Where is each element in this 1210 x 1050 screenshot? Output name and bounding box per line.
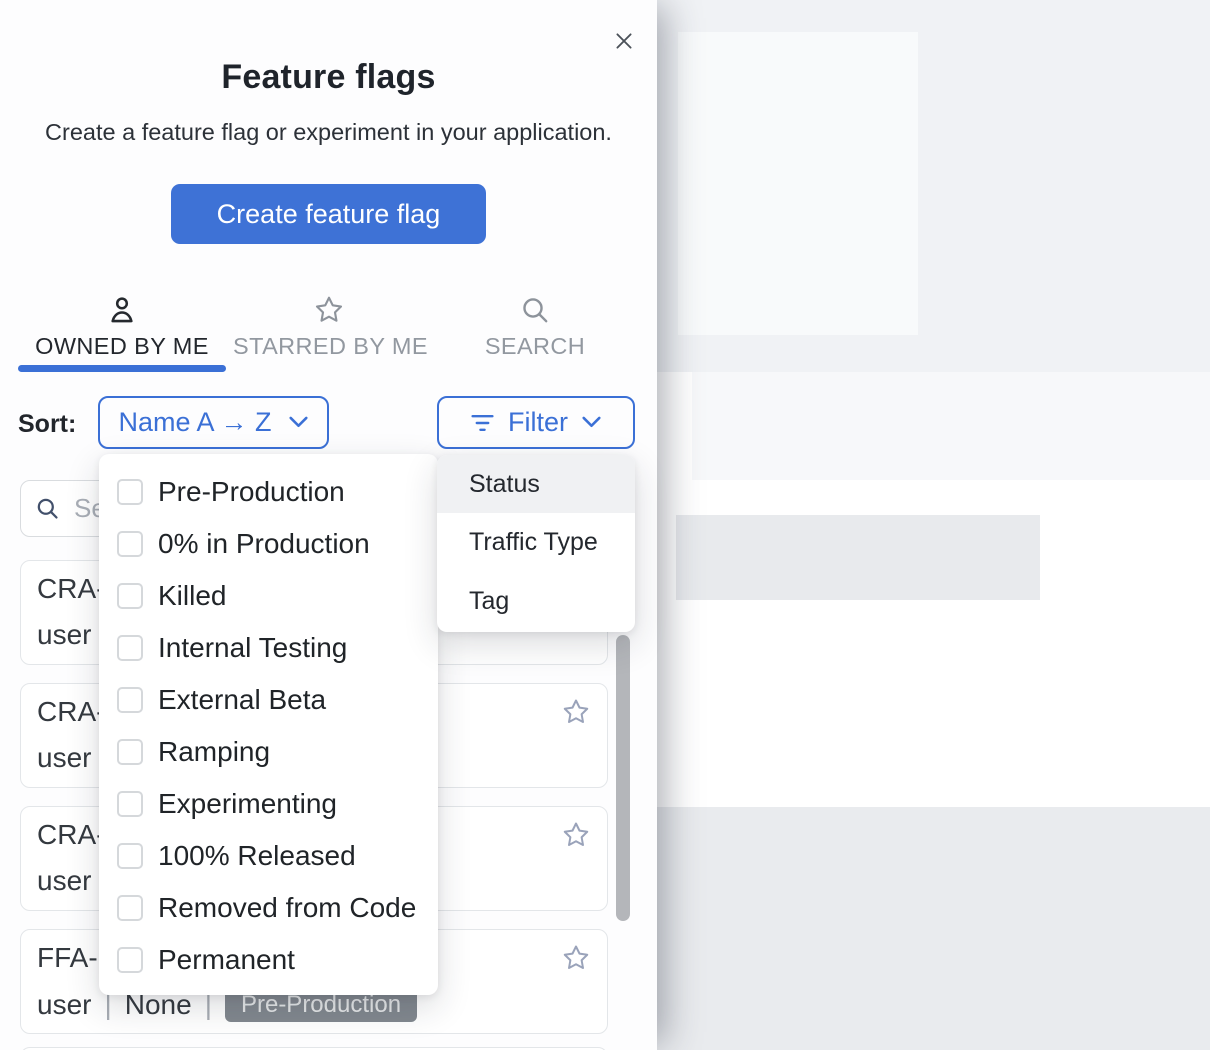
status-filter-option[interactable]: 100% Released (99, 830, 438, 882)
status-option-label: Killed (158, 580, 226, 612)
status-option-label: Internal Testing (158, 632, 347, 664)
tab-label: OWNED BY ME (18, 333, 226, 360)
status-filter-option[interactable]: Experimenting (99, 778, 438, 830)
flag-name: CRA- (37, 696, 105, 728)
traffic-type-text: user (37, 619, 91, 651)
status-option-label: 0% in Production (158, 528, 370, 560)
checkbox-unchecked[interactable] (117, 843, 143, 869)
checkbox-unchecked[interactable] (117, 895, 143, 921)
filter-menu-item[interactable]: Status (437, 455, 635, 513)
filter-icon (470, 412, 495, 434)
status-filter-option[interactable]: External Beta (99, 674, 438, 726)
status-filter-option[interactable]: 0% in Production (99, 518, 438, 570)
chevron-down-icon (288, 416, 309, 429)
background-band-block (692, 372, 1210, 480)
modal-subtitle: Create a feature flag or experiment in y… (0, 119, 657, 146)
status-filter-menu: Pre-Production 0% in Production Killed Inte… (99, 454, 438, 995)
flag-name: CRA- (37, 573, 105, 605)
filter-menu-item[interactable]: Tag (437, 572, 635, 631)
flag-meta: user (37, 742, 91, 774)
status-filter-option[interactable]: Internal Testing (99, 622, 438, 674)
traffic-type-text: user (37, 989, 91, 1021)
checkbox-unchecked[interactable] (117, 583, 143, 609)
tab-owned-by-me[interactable]: OWNED BY ME (18, 294, 226, 360)
status-option-label: Experimenting (158, 788, 337, 820)
scrollbar-thumb[interactable] (616, 635, 630, 921)
feature-flags-modal: Feature flags Create a feature flag or e… (0, 0, 657, 1050)
status-option-label: Removed from Code (158, 892, 416, 924)
checkbox-unchecked[interactable] (117, 947, 143, 973)
tab-label: SEARCH (462, 333, 608, 360)
create-feature-flag-button[interactable]: Create feature flag (171, 184, 486, 244)
status-filter-option[interactable]: Ramping (99, 726, 438, 778)
flag-meta: user (37, 619, 91, 651)
checkbox-unchecked[interactable] (117, 531, 143, 557)
screen: Feature flags Create a feature flag or e… (0, 0, 1210, 1050)
checkbox-unchecked[interactable] (117, 479, 143, 505)
flag-name: CRA- (37, 819, 105, 851)
status-option-label: Ramping (158, 736, 270, 768)
tab-search[interactable]: SEARCH (462, 294, 608, 360)
filter-menu-item[interactable]: Traffic Type (437, 513, 635, 572)
status-option-label: Permanent (158, 944, 295, 976)
status-filter-option[interactable]: Pre-Production (99, 466, 438, 518)
background-bottom-block (657, 807, 1210, 1050)
traffic-type-text: user (37, 865, 91, 897)
tab-starred-by-me[interactable]: STARRED BY ME (233, 294, 425, 360)
sort-value: Name A → Z (118, 407, 271, 438)
sort-dropdown[interactable]: Name A → Z (98, 396, 329, 449)
status-filter-option[interactable]: Permanent (99, 934, 438, 986)
background-mid-block (676, 515, 1040, 600)
traffic-type-text: user (37, 742, 91, 774)
filter-category-menu: StatusTraffic TypeTag (437, 455, 635, 632)
checkbox-unchecked[interactable] (117, 687, 143, 713)
flag-meta: user (37, 865, 91, 897)
person-icon (18, 294, 226, 328)
checkbox-unchecked[interactable] (117, 635, 143, 661)
chevron-down-icon (581, 416, 602, 429)
active-tab-underline (18, 365, 226, 372)
flag-name: FFA- (37, 942, 98, 974)
filter-dropdown[interactable]: Filter (437, 396, 635, 449)
checkbox-unchecked[interactable] (117, 739, 143, 765)
status-filter-option[interactable]: Killed (99, 570, 438, 622)
modal-title: Feature flags (0, 58, 657, 97)
search-icon (34, 495, 61, 522)
star-icon[interactable] (561, 697, 591, 727)
tab-label: STARRED BY ME (233, 333, 425, 360)
star-icon[interactable] (561, 820, 591, 850)
star-icon[interactable] (561, 943, 591, 973)
close-icon (613, 30, 635, 55)
star-icon (233, 294, 425, 328)
filter-value: Filter (508, 407, 568, 438)
search-icon (462, 294, 608, 328)
background-light-block (678, 32, 918, 335)
close-button[interactable] (605, 23, 643, 61)
sort-label: Sort: (18, 410, 76, 439)
status-filter-option[interactable]: Removed from Code (99, 882, 438, 934)
status-option-label: External Beta (158, 684, 326, 716)
status-option-label: 100% Released (158, 840, 356, 872)
checkbox-unchecked[interactable] (117, 791, 143, 817)
status-option-label: Pre-Production (158, 476, 345, 508)
